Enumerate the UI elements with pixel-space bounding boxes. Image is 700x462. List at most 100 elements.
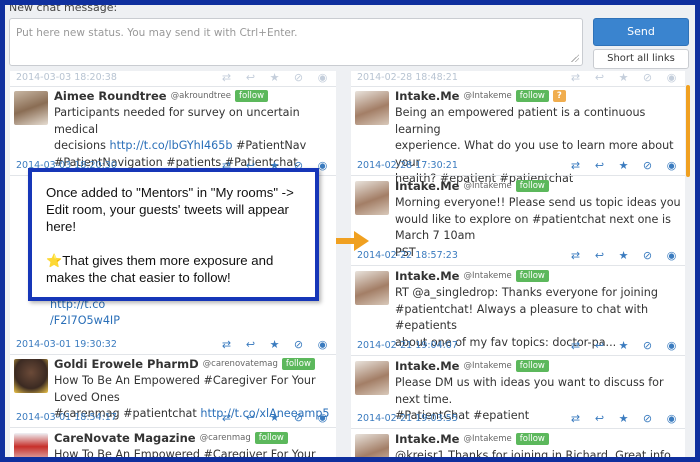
follow-button[interactable]: follow <box>515 360 549 372</box>
reply-icon[interactable]: ↩ <box>245 412 256 423</box>
retweet-icon[interactable]: ⇄ <box>570 160 581 171</box>
star-icon[interactable]: ★ <box>269 412 280 423</box>
eye-icon[interactable]: ◉ <box>317 72 328 83</box>
retweet-icon[interactable]: ⇄ <box>221 339 232 350</box>
author-name[interactable]: Intake.Me <box>395 432 459 446</box>
star-icon[interactable]: ★ <box>618 160 629 171</box>
timestamp[interactable]: 2014-02-21 19:04:07 <box>357 340 458 351</box>
divider <box>351 355 685 356</box>
block-icon[interactable]: ⊘ <box>293 72 304 83</box>
short-all-links-button[interactable]: Short all links <box>593 49 689 69</box>
block-icon[interactable]: ⊘ <box>642 72 653 83</box>
avatar[interactable] <box>355 181 389 215</box>
screenshot-frame: New chat message: Put here new status. Y… <box>0 0 700 462</box>
scrollbar-thumb[interactable] <box>686 85 690 177</box>
avatar[interactable] <box>355 434 389 457</box>
eye-icon[interactable]: ◉ <box>666 160 677 171</box>
avatar[interactable] <box>14 359 48 393</box>
timestamp[interactable]: 2014-03-01 19:30:32 <box>16 339 117 350</box>
avatar[interactable] <box>355 271 389 305</box>
star-icon[interactable]: ★ <box>618 250 629 261</box>
star-icon[interactable]: ★ <box>618 340 629 351</box>
timestamp[interactable]: 2014-03-03 18:20:38 <box>16 72 117 83</box>
block-icon[interactable]: ⊘ <box>293 412 304 423</box>
reply-icon[interactable]: ↩ <box>594 340 605 351</box>
author-name[interactable]: Aimee Roundtree <box>54 89 167 103</box>
eye-icon[interactable]: ◉ <box>317 412 328 423</box>
reply-icon[interactable]: ↩ <box>594 413 605 424</box>
reply-icon[interactable]: ↩ <box>594 72 605 83</box>
reply-icon[interactable]: ↩ <box>245 72 256 83</box>
star-icon[interactable]: ★ <box>618 72 629 83</box>
question-badge[interactable]: ? <box>552 90 566 102</box>
author-name[interactable]: Intake.Me <box>395 179 459 193</box>
star-icon[interactable]: ★ <box>618 413 629 424</box>
tweet-line[interactable]: /F2I7O5w4IP <box>50 313 332 330</box>
follow-button[interactable]: follow <box>515 270 549 282</box>
timestamp[interactable]: 2014-02-28 17:30:21 <box>357 160 458 171</box>
block-icon[interactable]: ⊘ <box>642 160 653 171</box>
author-handle[interactable]: @Intakeme <box>463 434 511 444</box>
timestamp[interactable]: 2014-03-01 18:54:17 <box>16 412 117 423</box>
retweet-icon[interactable]: ⇄ <box>570 340 581 351</box>
star-emoji-icon: ⭐ <box>46 253 63 268</box>
author-name[interactable]: Goldi Erowele PharmD <box>54 357 199 371</box>
follow-button[interactable]: follow <box>515 433 549 445</box>
author-handle[interactable]: @carenovatemag <box>203 359 278 369</box>
reply-icon[interactable]: ↩ <box>594 250 605 261</box>
author-handle[interactable]: @Intakeme <box>463 181 511 191</box>
follow-button[interactable]: follow <box>281 358 315 370</box>
author-handle[interactable]: @akroundtree <box>171 91 231 101</box>
author-name[interactable]: Intake.Me <box>395 89 459 103</box>
chat-message-input[interactable]: Put here new status. You may send it wit… <box>9 18 583 66</box>
avatar[interactable] <box>355 91 389 125</box>
retweet-icon[interactable]: ⇄ <box>570 413 581 424</box>
eye-icon[interactable]: ◉ <box>666 250 677 261</box>
tweet-line: Please DM us with ideas you want to disc… <box>395 376 664 406</box>
timestamp[interactable]: 2014-02-21 19:03:55 <box>357 413 458 424</box>
author-handle[interactable]: @carenmag <box>200 433 251 443</box>
author-handle[interactable]: @Intakeme <box>463 271 511 281</box>
block-icon[interactable]: ⊘ <box>642 250 653 261</box>
timestamp[interactable]: 2014-02-28 18:48:21 <box>357 72 458 83</box>
divider <box>351 86 685 87</box>
callout-text: Once added to "Mentors" in "My rooms" ->… <box>46 185 294 234</box>
meta-row: 2014-02-21 19:04:07 ⇄ ↩ ★ ⊘ ◉ <box>351 337 685 353</box>
author-handle[interactable]: @Intakeme <box>463 361 511 371</box>
author-name[interactable]: Intake.Me <box>395 269 459 283</box>
retweet-icon[interactable]: ⇄ <box>570 250 581 261</box>
star-icon[interactable]: ★ <box>269 339 280 350</box>
star-icon[interactable]: ★ <box>269 72 280 83</box>
author-name[interactable]: CareNovate Magazine <box>54 431 196 445</box>
tweet-text-part: decisions <box>54 139 110 152</box>
arrow-right-icon <box>336 231 369 251</box>
block-icon[interactable]: ⊘ <box>642 413 653 424</box>
tweet-link[interactable]: http://t.co/lbGYhI465b <box>110 139 233 152</box>
eye-icon[interactable]: ◉ <box>317 339 328 350</box>
avatar[interactable] <box>355 361 389 395</box>
retweet-icon[interactable]: ⇄ <box>221 72 232 83</box>
block-icon[interactable]: ⊘ <box>293 339 304 350</box>
follow-button[interactable]: follow <box>234 90 269 102</box>
author-handle[interactable]: @Intakeme <box>463 91 511 101</box>
follow-button[interactable]: follow <box>254 432 288 444</box>
retweet-icon[interactable]: ⇄ <box>221 412 232 423</box>
block-icon[interactable]: ⊘ <box>642 340 653 351</box>
retweet-icon[interactable]: ⇄ <box>570 72 581 83</box>
eye-icon[interactable]: ◉ <box>666 72 677 83</box>
author-name[interactable]: Intake.Me <box>395 359 459 373</box>
eye-icon[interactable]: ◉ <box>666 340 677 351</box>
timestamp[interactable]: 2014-02-22 18:57:23 <box>357 250 458 261</box>
reply-icon[interactable]: ↩ <box>594 160 605 171</box>
callout-text-part: That gives them more exposure and makes … <box>46 253 274 285</box>
avatar[interactable] <box>14 433 48 457</box>
follow-button[interactable]: follow <box>515 90 549 102</box>
follow-button[interactable]: follow <box>515 180 549 192</box>
avatar[interactable] <box>14 91 48 125</box>
tweet-line: Being an empowered patient is a continuo… <box>395 106 646 136</box>
send-button[interactable]: Send <box>593 18 689 46</box>
tweet-line: @kreisr1 Thanks for joining in Richard. … <box>395 449 671 462</box>
reply-icon[interactable]: ↩ <box>245 339 256 350</box>
resize-grip-icon[interactable] <box>571 54 579 62</box>
eye-icon[interactable]: ◉ <box>666 413 677 424</box>
